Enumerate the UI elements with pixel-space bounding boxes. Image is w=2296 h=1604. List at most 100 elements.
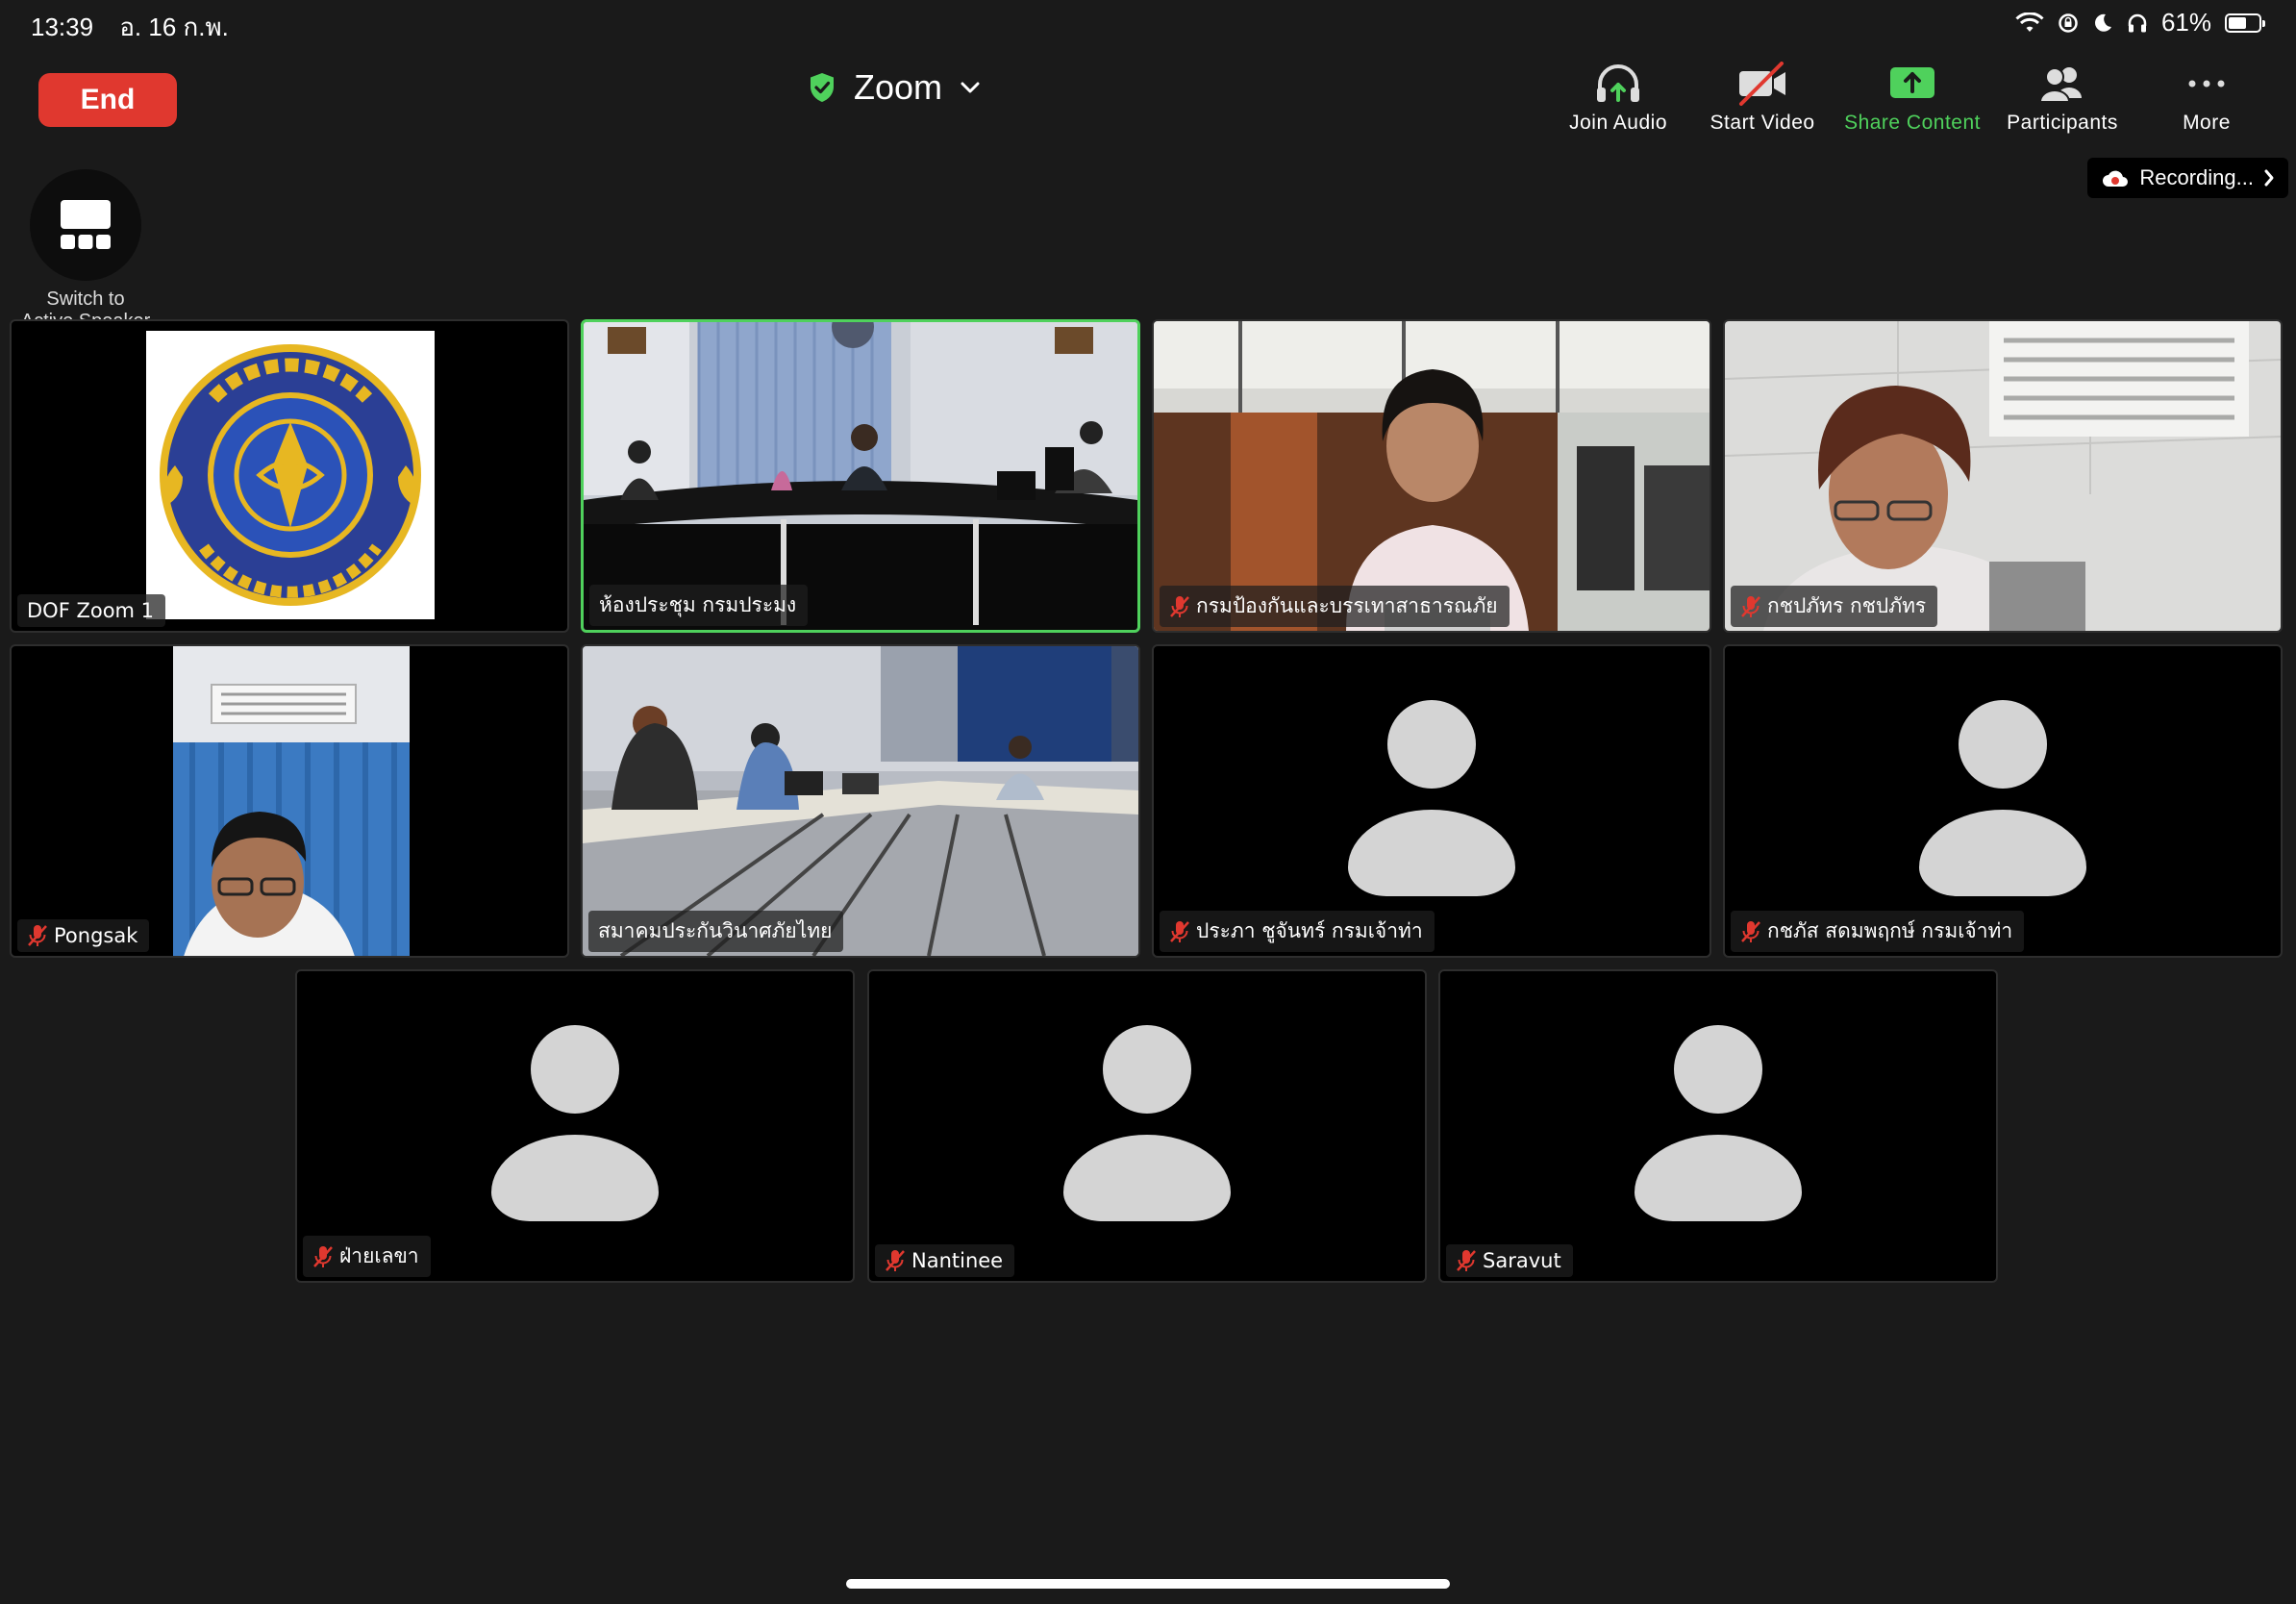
participant-name: Saravut: [1483, 1249, 1561, 1272]
participant-name: กชปภัทร กชปภัทร: [1767, 594, 1927, 617]
video-tile-dof-zoom[interactable]: DOF Zoom 1: [10, 319, 569, 633]
switch-to-active-speaker-button[interactable]: Switch to Active Speaker: [12, 169, 160, 333]
meeting-room-video: [584, 322, 1137, 630]
participants-label: Participants: [2007, 112, 2118, 134]
mic-muted-icon: [1457, 1250, 1476, 1271]
join-audio-button[interactable]: Join Audio: [1546, 62, 1690, 135]
conference-room-video: [583, 646, 1138, 956]
avatar-placeholder: [1348, 700, 1515, 896]
avatar-body: [1919, 810, 2086, 896]
status-time: 13:39 อ. 16 ก.พ.: [31, 8, 229, 47]
fisheries-seal-logo: [160, 344, 421, 606]
meeting-title: Zoom: [854, 67, 943, 107]
participants-icon: [2038, 67, 2082, 103]
speaker-view-icon: [61, 200, 111, 249]
participant-name-tag: DOF Zoom 1: [17, 594, 166, 627]
video-tile-insurance-association[interactable]: สมาคมประกันวินาศภัยไทย: [581, 644, 1140, 958]
start-video-button[interactable]: Start Video: [1690, 62, 1834, 135]
mic-muted-icon: [886, 1250, 905, 1271]
participant-name: ประภา ชูจันทร์ กรมเจ้าท่า: [1196, 919, 1423, 942]
status-icons: 61%: [2015, 8, 2265, 38]
video-tile-nantinee[interactable]: Nantinee: [867, 969, 1427, 1283]
participants-button[interactable]: Participants: [1990, 62, 2134, 135]
woman-ceiling-video: [1725, 321, 2281, 631]
avatar-head: [1674, 1025, 1762, 1114]
orientation-lock-icon: [2059, 13, 2078, 33]
zoom-meeting-screen: 13:39 อ. 16 ก.พ. 61% End Zoom Join Audio…: [0, 0, 2296, 1604]
mic-muted-icon: [313, 1245, 333, 1267]
recording-indicator[interactable]: Recording...: [2087, 158, 2288, 198]
participant-name: DOF Zoom 1: [27, 599, 155, 622]
avatar-placeholder: [491, 1025, 659, 1221]
battery-percent: 61%: [2160, 8, 2211, 37]
video-tile-kotchapapat[interactable]: กชปภัทร กชปภัทร: [1723, 319, 2283, 633]
video-tile-pongsak[interactable]: Pongsak: [10, 644, 569, 958]
switch-speaker-circle: [30, 169, 141, 281]
participant-name: กชภัส สดมพฤกษ์ กรมเจ้าท่า: [1767, 919, 2013, 942]
avatar-head: [1387, 700, 1476, 789]
mic-muted-icon: [1170, 920, 1189, 942]
join-audio-label: Join Audio: [1569, 112, 1668, 134]
participant-name: กรมป้องกันและบรรเทาสาธารณภัย: [1196, 594, 1498, 617]
wifi-icon: [2015, 12, 2044, 32]
participant-name: ห้องประชุม กรมประมง: [599, 593, 797, 616]
date: อ. 16 ก.พ.: [119, 13, 229, 41]
avatar-body: [491, 1135, 659, 1221]
participant-name: สมาคมประกันวินาศภัยไทย: [598, 919, 833, 942]
end-meeting-button[interactable]: End: [38, 73, 177, 127]
avatar-placeholder: [1919, 700, 2086, 896]
meeting-title-dropdown[interactable]: Zoom: [808, 67, 981, 108]
participant-name-tag: Pongsak: [17, 919, 150, 952]
share-content-label: Share Content: [1844, 112, 1981, 134]
participant-name-tag: ห้องประชุม กรมประมง: [589, 585, 809, 626]
switch-speaker-line1: Switch to: [46, 288, 125, 310]
mic-muted-icon: [28, 925, 47, 946]
ellipsis-icon: [2188, 80, 2225, 88]
security-shield-icon: [811, 73, 834, 102]
participant-name: Pongsak: [54, 924, 138, 947]
recording-label: Recording...: [2139, 165, 2254, 189]
avatar-body: [1635, 1135, 1802, 1221]
start-video-label: Start Video: [1710, 112, 1815, 134]
avatar-body: [1063, 1135, 1231, 1221]
agency-logo-image: [146, 331, 435, 619]
video-off-icon: [1739, 62, 1786, 106]
battery-icon: [2225, 13, 2265, 33]
mic-muted-icon: [1170, 595, 1189, 617]
participant-name-tag: กชภัส สดมพฤกษ์ กรมเจ้าท่า: [1731, 911, 2025, 952]
more-button[interactable]: More: [2134, 62, 2279, 135]
meeting-toolbar: Join Audio Start Video Share Content Par…: [1546, 62, 2279, 135]
chevron-down-icon: [961, 82, 980, 93]
headphones-icon: [2128, 13, 2147, 32]
mic-muted-icon: [1741, 595, 1760, 617]
woman-office-video: [1154, 321, 1710, 631]
chevron-right-icon: [2264, 169, 2274, 187]
participant-name-tag: ฝ่ายเลขา: [303, 1236, 431, 1277]
headphones-arrow-icon: [1597, 64, 1640, 102]
mic-muted-icon: [1741, 920, 1760, 942]
participant-name-tag: กชปภัทร กชปภัทร: [1731, 586, 1938, 627]
avatar-placeholder: [1635, 1025, 1802, 1221]
cloud-record-icon: [2103, 170, 2129, 187]
share-content-button[interactable]: Share Content: [1834, 62, 1990, 135]
video-tile-kotchapas[interactable]: กชภัส สดมพฤกษ์ กรมเจ้าท่า: [1723, 644, 2283, 958]
video-tile-disaster-prevention[interactable]: กรมป้องกันและบรรเทาสาธารณภัย: [1152, 319, 1711, 633]
avatar-head: [1959, 700, 2047, 789]
moon-icon: [2095, 13, 2111, 32]
participant-name-tag: Saravut: [1446, 1244, 1573, 1277]
man-curtain-video: [173, 646, 410, 956]
home-indicator[interactable]: [846, 1579, 1450, 1589]
participant-name-tag: กรมป้องกันและบรรเทาสาธารณภัย: [1160, 586, 1510, 627]
battery-fill: [2229, 16, 2247, 29]
video-tile-prapa[interactable]: ประภา ชูจันทร์ กรมเจ้าท่า: [1152, 644, 1711, 958]
clock: 13:39: [31, 13, 94, 41]
video-tile-fisheries-meeting-room[interactable]: ห้องประชุม กรมประมง: [581, 319, 1140, 633]
participant-name: Nantinee: [911, 1249, 1004, 1272]
avatar-body: [1348, 810, 1515, 896]
participant-name: ฝ่ายเลขา: [339, 1244, 419, 1267]
participant-name-tag: Nantinee: [875, 1244, 1015, 1277]
share-screen-icon: [1890, 67, 1935, 98]
video-tile-secretariat[interactable]: ฝ่ายเลขา: [295, 969, 855, 1283]
more-label: More: [2183, 112, 2231, 134]
video-tile-saravut[interactable]: Saravut: [1438, 969, 1998, 1283]
